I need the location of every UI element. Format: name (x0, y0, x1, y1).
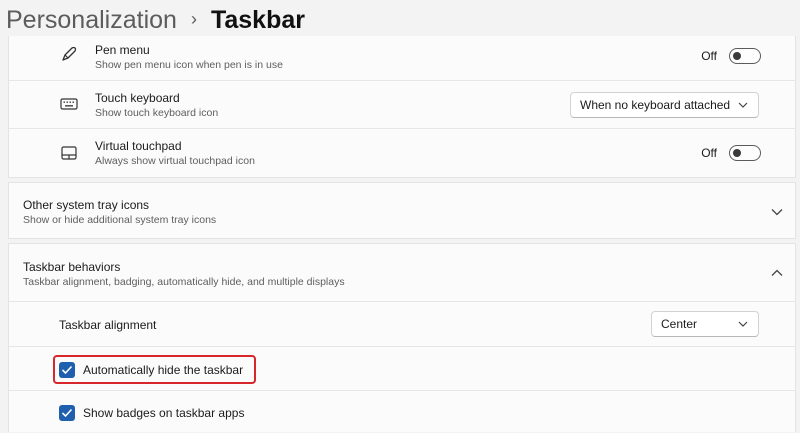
setting-row-pen-menu: Pen menu Show pen menu icon when pen is … (9, 36, 795, 80)
taskbar-behaviors-subtitle: Taskbar alignment, badging, automaticall… (23, 276, 345, 288)
pen-menu-subtitle: Show pen menu icon when pen is in use (95, 59, 283, 71)
pen-icon (62, 46, 77, 61)
virtual-touchpad-title: Virtual touchpad (95, 139, 182, 153)
taskbar-behaviors-header[interactable]: Taskbar behaviors Taskbar alignment, bad… (9, 244, 795, 301)
touch-keyboard-dropdown-value: When no keyboard attached (580, 98, 731, 112)
show-badges-checkbox[interactable] (59, 405, 75, 421)
setting-row-touch-keyboard: Touch keyboard Show touch keyboard icon … (9, 80, 795, 128)
toggle-knob (733, 52, 741, 60)
system-tray-icons-panel: Pen menu Show pen menu icon when pen is … (8, 36, 796, 178)
pen-menu-title: Pen menu (95, 43, 150, 57)
setting-row-auto-hide: Automatically hide the taskbar (9, 346, 795, 390)
taskbar-alignment-dropdown[interactable]: Center (651, 311, 759, 337)
keyboard-icon (60, 98, 78, 110)
taskbar-alignment-label: Taskbar alignment (59, 318, 157, 332)
touch-keyboard-title: Touch keyboard (95, 91, 180, 105)
other-tray-title: Other system tray icons (23, 198, 150, 212)
other-tray-subtitle: Show or hide additional system tray icon… (23, 214, 217, 226)
pen-menu-toggle[interactable] (729, 48, 761, 64)
checkmark-icon (61, 365, 73, 375)
chevron-up-icon[interactable] (771, 269, 783, 277)
chevron-down-icon (738, 321, 748, 327)
setting-row-virtual-touchpad: Virtual touchpad Always show virtual tou… (9, 128, 795, 178)
setting-row-taskbar-alignment: Taskbar alignment Center (9, 301, 795, 346)
taskbar-behaviors-expander: Taskbar behaviors Taskbar alignment, bad… (8, 243, 796, 432)
taskbar-alignment-value: Center (661, 317, 698, 331)
chevron-down-icon (738, 102, 748, 108)
virtual-touchpad-toggle-group: Off (701, 145, 761, 161)
touch-keyboard-subtitle: Show touch keyboard icon (95, 107, 219, 119)
virtual-touchpad-subtitle: Always show virtual touchpad icon (95, 155, 255, 167)
touch-keyboard-dropdown[interactable]: When no keyboard attached (570, 92, 759, 118)
auto-hide-checkbox[interactable] (59, 362, 75, 378)
taskbar-behaviors-title: Taskbar behaviors (23, 260, 121, 274)
auto-hide-label[interactable]: Automatically hide the taskbar (83, 363, 243, 377)
breadcrumb-personalization-link[interactable]: Personalization (6, 6, 177, 35)
touchpad-icon (61, 146, 77, 160)
breadcrumb: Personalization › Taskbar (6, 0, 305, 40)
pen-menu-toggle-group: Off (701, 48, 761, 64)
toggle-knob (733, 149, 741, 157)
virtual-touchpad-toggle-state: Off (701, 146, 717, 160)
setting-row-show-badges: Show badges on taskbar apps (9, 390, 795, 433)
page-title: Taskbar (210, 5, 305, 34)
other-system-tray-icons-expander[interactable]: Other system tray icons Show or hide add… (8, 182, 796, 239)
show-badges-label[interactable]: Show badges on taskbar apps (83, 406, 244, 420)
pen-menu-toggle-state: Off (701, 49, 717, 63)
chevron-right-icon: › (190, 8, 197, 29)
chevron-down-icon[interactable] (771, 208, 783, 216)
virtual-touchpad-toggle[interactable] (729, 145, 761, 161)
checkmark-icon (61, 408, 73, 418)
